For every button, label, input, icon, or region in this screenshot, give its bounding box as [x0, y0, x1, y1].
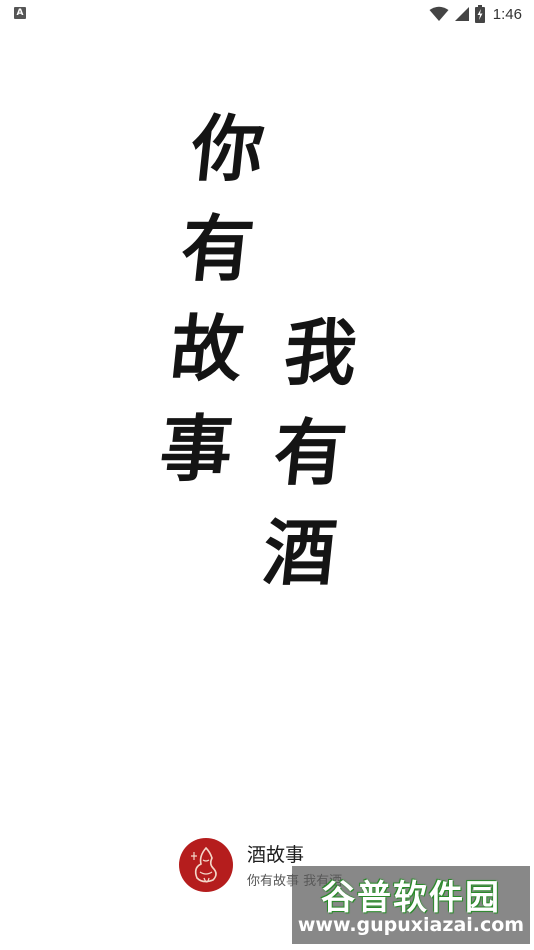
- watermark-url: www.gupuxiazai.com: [297, 914, 525, 936]
- calligraphy-char: 事: [155, 406, 237, 491]
- calligraphy-char: 我: [280, 310, 362, 395]
- calligraphy-right-column: 我 有 酒: [252, 304, 368, 604]
- watermark-title: 谷普软件园: [321, 878, 501, 918]
- calligraphy-left-column: 你 有 故 事: [149, 100, 275, 500]
- calligraphy-char: 故: [166, 306, 248, 391]
- app-name: 酒故事: [247, 844, 305, 866]
- status-bar: A 1:46: [0, 0, 534, 28]
- clock-time: 1:46: [492, 5, 522, 23]
- status-icons: 1:46: [429, 4, 522, 24]
- app-logo-icon: [179, 838, 233, 892]
- battery-charging-icon: [474, 5, 485, 23]
- app-notification-icon: A: [14, 7, 26, 19]
- wifi-icon: [429, 6, 449, 21]
- cell-signal-icon: [454, 7, 469, 21]
- calligraphy-char: 酒: [259, 510, 341, 595]
- calligraphy-char: 你: [187, 106, 269, 191]
- calligraphy-char: 有: [176, 206, 258, 291]
- calligraphy-char: 有: [269, 410, 351, 495]
- site-watermark: 谷普软件园 www.gupuxiazai.com: [292, 866, 530, 944]
